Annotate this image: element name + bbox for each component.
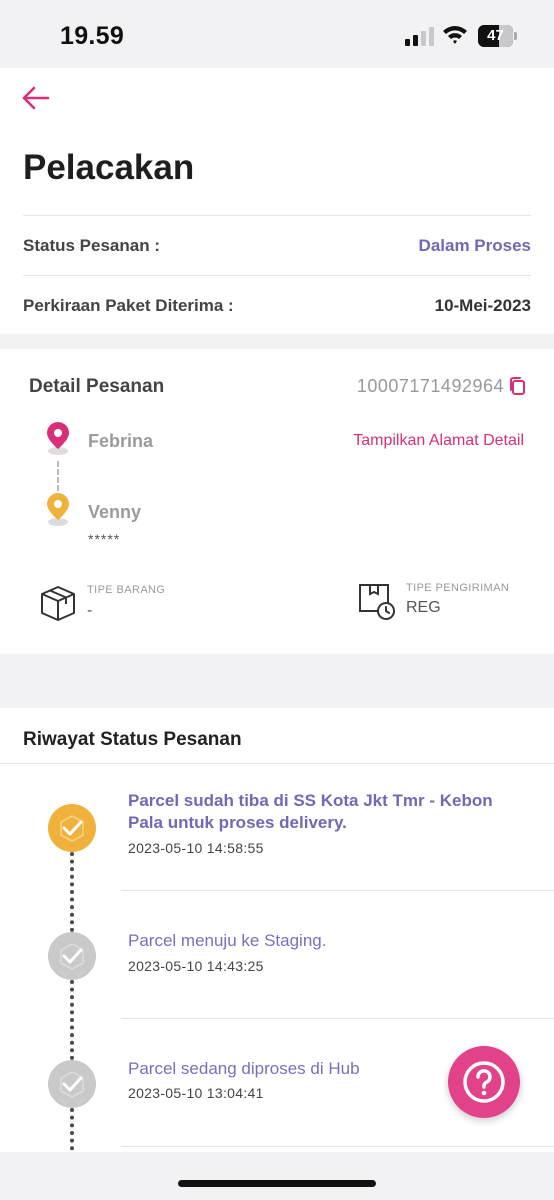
route-connector [57, 461, 59, 491]
order-status-label: Status Pesanan : [23, 236, 160, 255]
receiver-name: Venny [88, 502, 142, 522]
wifi-icon [443, 26, 467, 44]
check-icon [60, 1071, 84, 1098]
check-icon [60, 815, 84, 842]
box-icon [41, 586, 75, 621]
order-detail-title: Detail Pesanan [29, 376, 165, 397]
tracking-summary-card: Pelacakan Status Pesanan : Dalam Proses … [0, 68, 554, 334]
item-type-label: TIPE BARANG [87, 584, 166, 596]
battery-icon: 47 [478, 25, 518, 47]
divider [121, 1018, 554, 1019]
history-item-time: 2023-05-10 14:58:55 [128, 840, 264, 856]
divider [23, 215, 531, 216]
history-item-time: 2023-05-10 14:43:25 [128, 958, 264, 974]
history-item-title: Parcel sudah tiba di SS Kota Jkt Tmr - K… [128, 791, 493, 832]
timeline-connector [70, 980, 74, 1060]
divider [121, 1146, 554, 1147]
timeline-step [48, 932, 96, 980]
eta-value: 10-Mei-2023 [434, 296, 531, 315]
home-indicator [178, 1180, 376, 1187]
battery-level: 47 [487, 27, 504, 44]
history-header: Riwayat Status Pesanan [0, 708, 554, 764]
sender-name: Febrina [88, 431, 154, 451]
timeline-step-active [48, 804, 96, 852]
show-address-detail-link[interactable]: Tampilkan Alamat Detail [353, 432, 524, 450]
history-title: Riwayat Status Pesanan [23, 729, 242, 750]
eta-label: Perkiraan Paket Diterima : [23, 296, 234, 315]
timeline-connector [70, 1108, 74, 1152]
check-icon [60, 943, 84, 970]
box-clock-icon [359, 584, 395, 620]
help-button[interactable] [448, 1046, 520, 1118]
order-number: 10007171492964 [356, 376, 504, 396]
copy-icon[interactable] [508, 376, 526, 396]
order-status-value: Dalam Proses [418, 236, 531, 255]
history-item-time: 2023-05-10 13:04:41 [128, 1085, 264, 1101]
history-item-title: Parcel menuju ke Staging. [128, 931, 327, 950]
cellular-signal-icon [405, 27, 434, 46]
shipping-type-label: TIPE PENGIRIMAN [406, 582, 510, 594]
receiver-masked-info: ***** [88, 531, 121, 547]
question-mark-icon [463, 1061, 505, 1103]
order-detail-card: Detail Pesanan 10007171492964 Febrina Ta… [0, 349, 554, 654]
status-bar: 19.59 47 [0, 0, 554, 68]
item-type-value: - [87, 602, 93, 619]
receiver-location-pin-icon [47, 493, 69, 526]
arrow-left-icon[interactable] [22, 86, 50, 110]
timeline-step [48, 1060, 96, 1108]
divider [23, 275, 531, 276]
divider [121, 890, 554, 891]
status-time: 19.59 [60, 22, 125, 50]
shipping-type-value: REG [406, 599, 441, 616]
page-title: Pelacakan [23, 148, 195, 187]
sender-location-pin-icon [47, 422, 69, 455]
timeline-connector [70, 852, 74, 932]
